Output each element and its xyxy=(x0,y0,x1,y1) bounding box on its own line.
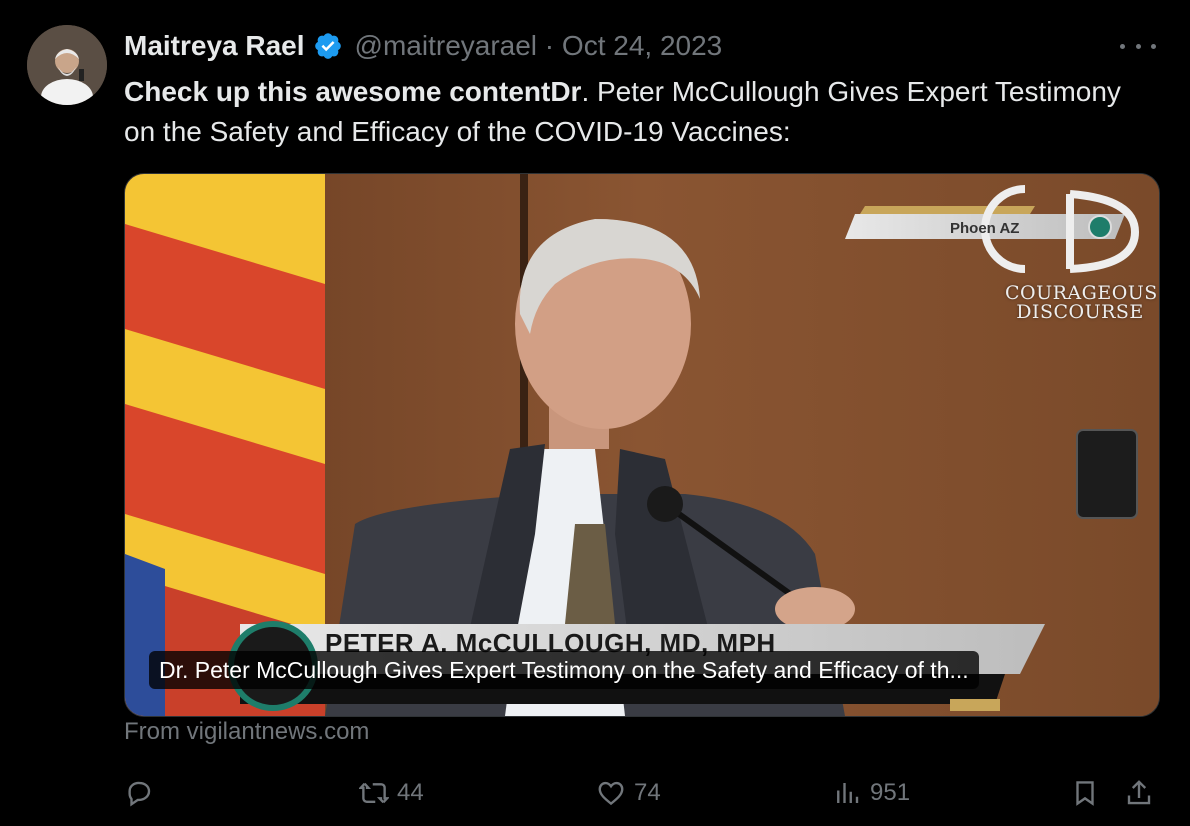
like-count: 74 xyxy=(634,779,661,806)
retweet-count: 44 xyxy=(397,779,424,806)
views-button[interactable]: 951 xyxy=(832,778,910,808)
bookmark-button[interactable] xyxy=(1070,778,1100,808)
reply-icon xyxy=(128,781,151,807)
video-media[interactable]: Phoen AZ COURAGEOUS DISCOURSE PETER A. M… xyxy=(124,173,1160,717)
bookmark-icon xyxy=(1076,781,1094,806)
retweet-button[interactable]: 44 xyxy=(359,778,424,808)
tweet-header: Maitreya Rael @maitreyarael · Oct 24, 20… xyxy=(124,28,722,64)
avatar[interactable] xyxy=(27,25,107,105)
more-icon[interactable] xyxy=(1120,34,1156,58)
reply-button[interactable] xyxy=(124,778,162,808)
location-label: Phoen AZ xyxy=(950,220,1020,237)
heart-icon xyxy=(598,781,624,806)
tweet-text: Check up this awesome contentDr. Peter M… xyxy=(124,72,1134,152)
action-bar: 44 74 951 xyxy=(124,778,1164,812)
source-link[interactable]: From vigilantnews.com xyxy=(124,718,369,746)
share-icon xyxy=(1127,780,1151,805)
courageous-discourse-logo: COURAGEOUS DISCOURSE xyxy=(1005,284,1157,323)
share-button[interactable] xyxy=(1124,778,1154,808)
like-button[interactable]: 74 xyxy=(596,778,661,808)
logo-line-2: DISCOURSE xyxy=(1016,301,1144,323)
view-count: 951 xyxy=(870,779,911,806)
verified-badge-icon xyxy=(313,31,343,61)
tweet-text-bold: Check up this awesome contentDr xyxy=(124,76,582,107)
retweet-icon xyxy=(359,782,389,804)
video-caption[interactable]: Dr. Peter McCullough Gives Expert Testim… xyxy=(149,651,979,689)
author-name[interactable]: Maitreya Rael xyxy=(124,30,305,62)
handle-and-date[interactable]: @maitreyarael · Oct 24, 2023 xyxy=(355,30,723,62)
views-icon xyxy=(837,783,859,803)
